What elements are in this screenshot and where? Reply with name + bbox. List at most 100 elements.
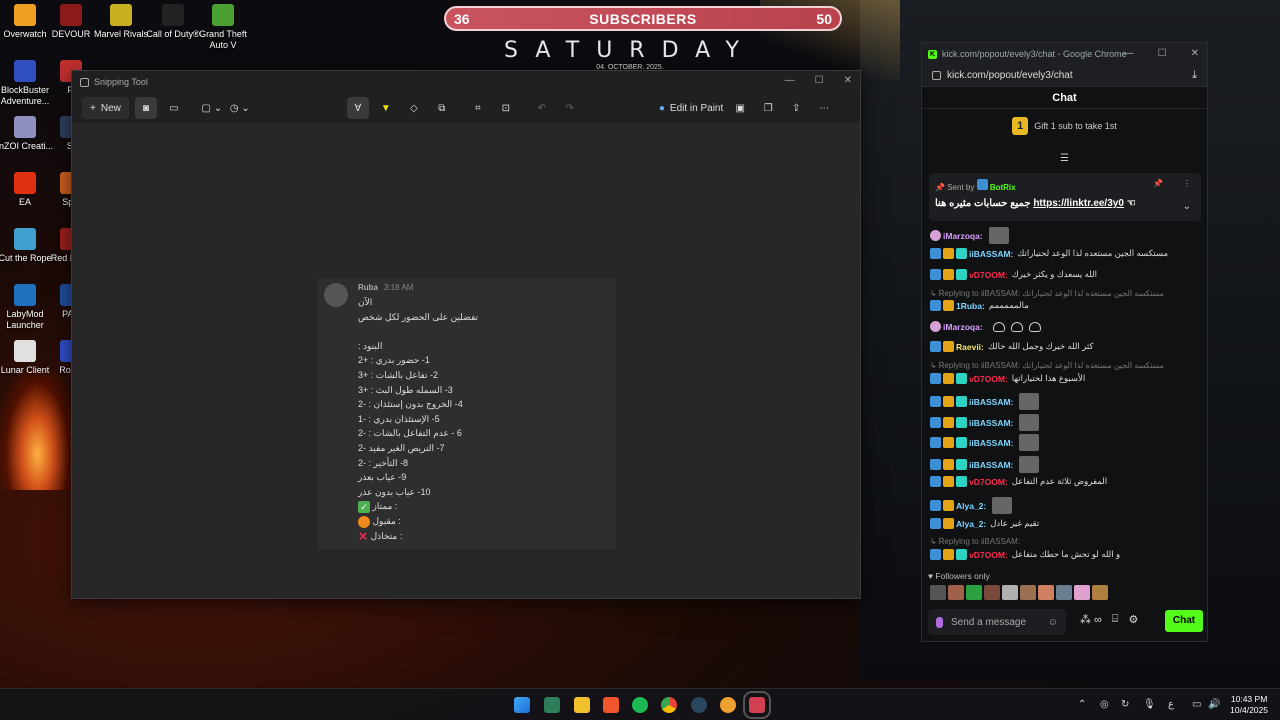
chat-username[interactable]: Raevii:: [956, 342, 984, 352]
chat-message[interactable]: iiBASSAM:: [930, 456, 1040, 473]
new-snip-button[interactable]: + New: [82, 97, 129, 119]
delay-dropdown[interactable]: ◷ ⌄: [229, 97, 251, 119]
chat-username[interactable]: iMarzoqa:: [943, 322, 983, 332]
chat-message[interactable]: Alya_2: تقيم غير عادل: [930, 518, 1039, 529]
steam-icon[interactable]: [691, 697, 707, 713]
spotify-icon[interactable]: [632, 697, 648, 713]
chat-message[interactable]: iMarzoqa:: [930, 321, 1041, 332]
chat-username[interactable]: Alya_2:: [956, 519, 986, 529]
emote-icon[interactable]: [966, 585, 982, 600]
crop-button[interactable]: ⌗: [467, 97, 489, 119]
volume-icon[interactable]: 🔊: [1208, 699, 1220, 710]
network-icon[interactable]: ▭: [1192, 699, 1201, 710]
emote-icon[interactable]: [1092, 585, 1108, 600]
chrome-close-button[interactable]: ✕: [1191, 48, 1199, 59]
snipping-tool-window[interactable]: Snipping Tool — ☐ ✕ + New ◙ ▭ ▢ ⌄ ◷ ⌄ ∀ ▼…: [71, 70, 861, 599]
chat-username[interactable]: iiBASSAM:: [969, 460, 1013, 470]
chrome-window[interactable]: K kick.com/popout/evely3/chat - Google C…: [921, 42, 1208, 642]
snipping-tool-taskbar-icon[interactable]: [743, 691, 771, 719]
emote-icon[interactable]: [930, 585, 946, 600]
snip-shape-dropdown[interactable]: ▢ ⌄: [201, 97, 223, 119]
video-mode-button[interactable]: ▭: [163, 97, 185, 119]
send-message-input[interactable]: Send a message ☺: [928, 609, 1066, 635]
desktop-icon[interactable]: Grand Theft Auto V: [193, 4, 253, 51]
clock[interactable]: 10:43 PM 10/4/2025: [1230, 694, 1268, 716]
tray-chevron-icon[interactable]: ⌃: [1078, 699, 1086, 710]
chat-username[interactable]: iiBASSAM:: [969, 397, 1013, 407]
brave-icon[interactable]: [603, 697, 619, 713]
emote-icon[interactable]: [948, 585, 964, 600]
keyboard-language[interactable]: ع: [1168, 699, 1174, 710]
desktop-icon[interactable]: Marvel Rivals: [91, 4, 151, 40]
emote-icon[interactable]: [1056, 585, 1072, 600]
copy-button[interactable]: ❐: [757, 97, 779, 119]
chat-message[interactable]: iiBASSAM:: [930, 434, 1040, 451]
chat-message[interactable]: iMarzoqa:: [930, 227, 1009, 244]
chat-message[interactable]: vD7OOM: الأسبوع هذا لحتياراتها: [930, 373, 1085, 384]
gift-sub-banner[interactable]: 1 Gift 1 sub to take 1st: [922, 109, 1207, 143]
tray-sync-icon[interactable]: ↻: [1121, 699, 1129, 710]
task-view-icon[interactable]: [544, 697, 560, 713]
pinned-menu-icon[interactable]: ⋮: [1183, 179, 1191, 188]
settings-gear-icon[interactable]: ⚙: [1129, 613, 1139, 626]
shapes-button[interactable]: ⧉: [431, 97, 453, 119]
address-bar[interactable]: kick.com/popout/evely3/chat ⤓: [922, 65, 1207, 87]
chat-message[interactable]: 1Ruba: مالمممممم: [930, 300, 1029, 311]
highlighter-button[interactable]: ▼: [375, 97, 397, 119]
chat-username[interactable]: iMarzoqa:: [943, 231, 983, 241]
close-button[interactable]: ✕: [844, 75, 852, 86]
chrome-icon[interactable]: [661, 697, 677, 713]
filter-icon[interactable]: ☰: [1060, 153, 1069, 164]
chat-username[interactable]: vD7OOM:: [969, 550, 1008, 560]
chat-username[interactable]: iiBASSAM:: [969, 438, 1013, 448]
share-button[interactable]: ⇪: [785, 97, 807, 119]
unpin-icon[interactable]: 📌: [1153, 179, 1163, 188]
chat-message[interactable]: Raevii: كثر الله خيرك وجمل الله حالك: [930, 341, 1093, 352]
pen-tool-button[interactable]: ∀: [346, 97, 369, 119]
kicks-icon[interactable]: ⁂ ∞: [1080, 613, 1102, 626]
chat-message[interactable]: iiBASSAM:: [930, 414, 1040, 431]
reply-context[interactable]: ↳ Replying to iiBASSAM:: [930, 537, 1020, 546]
emoji-icon[interactable]: ☺: [1048, 617, 1058, 628]
chrome-maximize-button[interactable]: ☐: [1158, 48, 1167, 59]
chat-message[interactable]: Alya_2:: [930, 497, 1013, 514]
chrome-titlebar[interactable]: K kick.com/popout/evely3/chat - Google C…: [922, 43, 1207, 65]
chat-username[interactable]: iiBASSAM:: [969, 249, 1013, 259]
snip-titlebar[interactable]: Snipping Tool — ☐ ✕: [72, 71, 860, 93]
file-explorer-icon[interactable]: [574, 697, 590, 713]
emote-icon[interactable]: [1038, 585, 1054, 600]
chrome-minimize-button[interactable]: —: [1124, 48, 1134, 59]
pinned-message[interactable]: 📌 Sent by BotRix 📌 ⋮ جميع حسابات مثيره ه…: [929, 173, 1201, 221]
edit-in-paint-button[interactable]: ● Edit in Paint: [659, 97, 723, 119]
text-actions-button[interactable]: ⊡: [495, 97, 517, 119]
chat-username[interactable]: vD7OOM:: [969, 477, 1008, 487]
emote-icon[interactable]: [1020, 585, 1036, 600]
redo-button[interactable]: ↷: [559, 97, 581, 119]
emote-icon[interactable]: [984, 585, 1000, 600]
site-info-icon[interactable]: [932, 71, 941, 80]
undo-button[interactable]: ↶: [531, 97, 553, 119]
mic-icon[interactable]: [936, 616, 943, 628]
reply-context[interactable]: ↳ Replying to iiBASSAM: مستكسه الجين مست…: [930, 361, 1164, 370]
windows-start-icon[interactable]: [514, 697, 530, 713]
more-button[interactable]: ⋯: [813, 97, 835, 119]
expand-chevron-icon[interactable]: ⌄: [1183, 201, 1191, 212]
chat-username[interactable]: 1Ruba:: [956, 301, 985, 311]
chat-message[interactable]: vD7OOM: و الله لو تحش ما حطك متفاعل: [930, 549, 1120, 560]
emote-icon[interactable]: [1002, 585, 1018, 600]
chat-username[interactable]: Alya_2:: [956, 501, 986, 511]
reply-context[interactable]: ↳ Replying to iiBASSAM: مستكسه الجين مست…: [930, 289, 1164, 298]
discord-icon[interactable]: [720, 697, 736, 713]
maximize-button[interactable]: ☐: [815, 75, 824, 86]
save-button[interactable]: ▣: [729, 97, 751, 119]
chat-username[interactable]: vD7OOM:: [969, 374, 1008, 384]
eraser-button[interactable]: ◇: [403, 97, 425, 119]
download-icon[interactable]: ⤓: [1192, 69, 1197, 82]
chat-message[interactable]: iiBASSAM: مستكسه الجين مستعده لذا الوعد ل…: [930, 248, 1168, 259]
tray-mic-icon[interactable]: 🎙: [1143, 699, 1156, 710]
chat-send-button[interactable]: Chat: [1165, 610, 1203, 632]
chat-username[interactable]: iiBASSAM:: [969, 418, 1013, 428]
emote-icon[interactable]: [1074, 585, 1090, 600]
chat-message[interactable]: vD7OOM: المفروض ثلاثة عدم التفاعل: [930, 476, 1107, 487]
chat-message[interactable]: iiBASSAM:: [930, 393, 1040, 410]
